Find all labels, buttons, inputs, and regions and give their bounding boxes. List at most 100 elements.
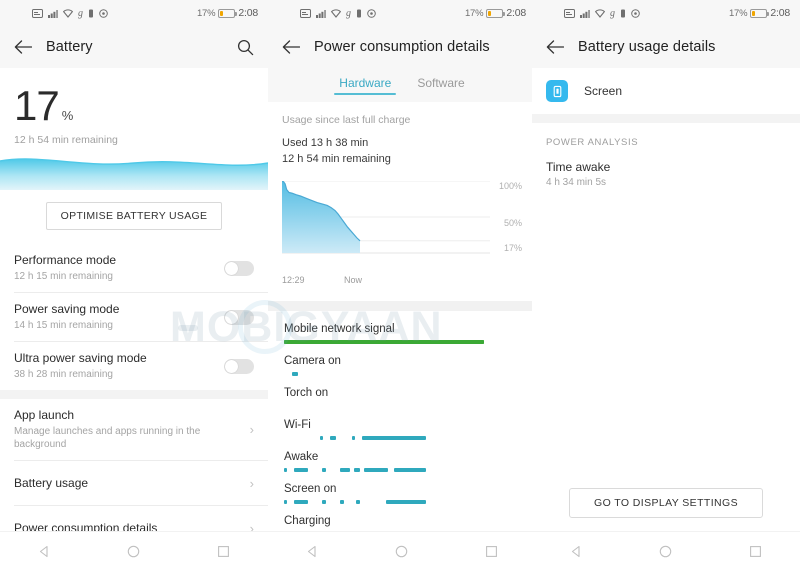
nav-home-icon[interactable] — [127, 545, 140, 558]
timeline-segment — [364, 340, 384, 344]
timeline-segment — [320, 436, 323, 440]
chart-ytick-50: 50% — [503, 218, 522, 228]
row-battery-usage[interactable]: Battery usage › — [0, 461, 268, 505]
timeline-row: Mobile network signal — [268, 321, 536, 344]
tab-software[interactable]: Software — [417, 76, 464, 95]
alarm-icon — [631, 8, 640, 18]
optimise-battery-usage-button[interactable]: OPTIMISE BATTERY USAGE — [45, 202, 223, 230]
timeline-segment — [322, 500, 326, 504]
signal-bars-icon — [48, 9, 58, 18]
timeline-segment — [284, 468, 287, 472]
timeline-track — [284, 436, 484, 440]
row-label: Performance mode — [14, 253, 117, 267]
navigation-bar — [532, 531, 800, 570]
status-bar-right: 17% 2:08 — [465, 7, 526, 19]
row-label: App launch — [14, 408, 75, 422]
row-power-saving-mode[interactable]: Power saving mode 14 h 15 min remaining — [0, 293, 268, 341]
timeline-row: Camera on — [268, 353, 536, 376]
g-network-icon: g — [610, 7, 615, 19]
tab-hardware[interactable]: Hardware — [334, 76, 397, 95]
back-arrow-icon[interactable] — [544, 36, 566, 58]
timeline-segment — [362, 436, 426, 440]
battery-level-chart: 100% 50% 17% — [282, 181, 522, 273]
page-title: Battery — [46, 39, 93, 55]
go-to-display-settings-button[interactable]: GO TO DISPLAY SETTINGS — [569, 488, 763, 518]
timeline-segment — [340, 468, 350, 472]
row-sublabel: 38 h 28 min remaining — [14, 369, 113, 380]
percent-symbol: % — [61, 108, 74, 123]
timeline-segment — [352, 436, 355, 440]
back-arrow-icon[interactable] — [280, 36, 302, 58]
power-consumption-details-screen: g 17% 2:08 Power consumption details Har… — [268, 0, 536, 570]
status-battery-icon — [750, 8, 770, 18]
wifi-icon — [63, 8, 73, 18]
status-battery-percent: 17% — [464, 7, 484, 19]
timeline-segment — [386, 500, 426, 504]
search-icon[interactable] — [234, 36, 256, 58]
status-bar-icons: g — [564, 8, 640, 19]
performance-mode-toggle[interactable] — [224, 260, 254, 276]
status-battery-percent: 17% — [728, 7, 748, 19]
nav-home-icon[interactable] — [659, 545, 672, 558]
sim-card-icon — [300, 8, 311, 18]
vibrate-icon — [620, 9, 626, 18]
nav-recents-icon[interactable] — [749, 545, 762, 558]
timeline-label: Awake — [284, 451, 319, 463]
nav-recents-icon[interactable] — [217, 545, 230, 558]
status-battery-percent: 17% — [196, 7, 216, 19]
app-bar: Battery — [0, 26, 268, 68]
timeline-segment — [284, 500, 287, 504]
battery-usage-details-screen: g 17% 2:08 Battery usage details Screen … — [532, 0, 800, 570]
row-app-launch[interactable]: App launch Manage launches and apps runn… — [0, 399, 268, 460]
row-performance-mode[interactable]: Performance mode 12 h 15 min remaining — [0, 244, 268, 292]
section-separator — [268, 301, 536, 311]
usage-since-label: Usage since last full charge — [282, 114, 411, 126]
alarm-icon — [367, 8, 376, 18]
metric-label: Time awake — [546, 160, 611, 174]
nav-back-icon[interactable] — [306, 545, 319, 558]
app-bar: Battery usage details — [532, 26, 800, 68]
timeline-segment — [294, 500, 308, 504]
timeline-label: Charging — [284, 515, 331, 527]
tab-bar: Hardware Software — [268, 68, 536, 102]
nav-recents-icon[interactable] — [485, 545, 498, 558]
g-network-icon: g — [346, 7, 351, 19]
ultra-power-saving-mode-toggle[interactable] — [224, 358, 254, 374]
timeline-segment — [340, 500, 344, 504]
nav-home-icon[interactable] — [395, 545, 408, 558]
navigation-bar — [268, 531, 536, 570]
section-separator — [532, 114, 800, 123]
row-ultra-power-saving-mode[interactable]: Ultra power saving mode 38 h 28 min rema… — [0, 342, 268, 390]
timeline-segment — [412, 340, 484, 344]
vibrate-icon — [356, 9, 362, 18]
app-entry-screen[interactable]: Screen — [532, 68, 800, 114]
power-saving-mode-toggle[interactable] — [224, 309, 254, 325]
chart-ytick-100: 100% — [498, 181, 522, 191]
timeline-segment — [322, 468, 326, 472]
status-clock: 2:08 — [506, 7, 526, 19]
status-bar-icons: g — [300, 8, 376, 19]
timeline-label: Torch on — [284, 387, 329, 399]
timeline-label: Wi-Fi — [284, 419, 311, 431]
timeline-row: Screen on — [268, 481, 536, 504]
signal-bars-icon — [580, 9, 590, 18]
navigation-bar — [0, 531, 268, 570]
battery-modes-list: Performance mode 12 h 15 min remaining P… — [0, 244, 268, 570]
battery-level-number: 17 — [14, 82, 60, 129]
chart-svg — [282, 181, 490, 254]
nav-back-icon[interactable] — [38, 545, 51, 558]
wifi-icon — [595, 8, 605, 18]
usage-used-value: Used 13 h 38 min — [282, 137, 369, 149]
sim-card-icon — [564, 8, 575, 18]
battery-wave-graphic — [0, 154, 268, 190]
timeline-segment — [292, 372, 298, 376]
timeline-label: Screen on — [284, 483, 337, 495]
nav-back-icon[interactable] — [570, 545, 583, 558]
status-bar: g 17% 2:08 — [268, 0, 536, 26]
battery-remaining-text: 12 h 54 min remaining — [14, 134, 118, 146]
usage-remaining-value: 12 h 54 min remaining — [282, 153, 391, 165]
back-arrow-icon[interactable] — [12, 36, 34, 58]
row-label: Ultra power saving mode — [14, 351, 147, 365]
row-sublabel: Manage launches and apps running in the … — [14, 426, 201, 450]
screen-icon — [546, 80, 568, 102]
